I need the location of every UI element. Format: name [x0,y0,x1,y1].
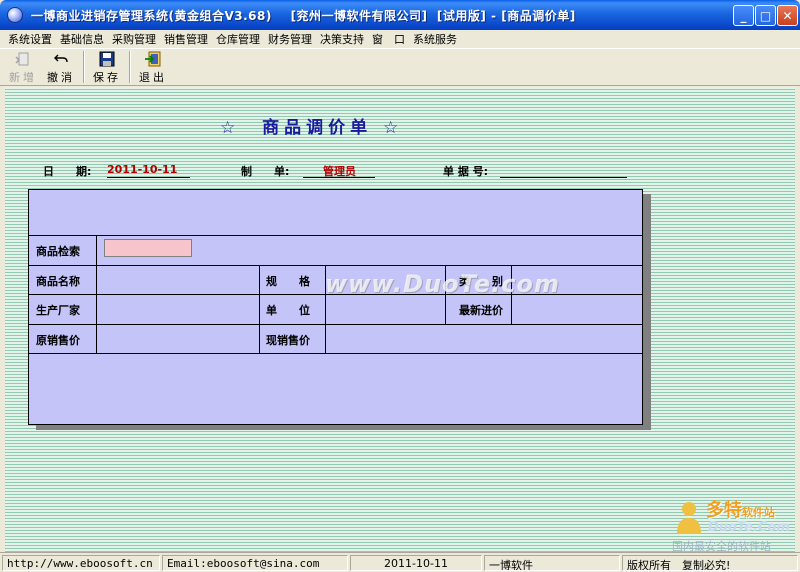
menu-decision[interactable]: 决策支持 [316,31,368,47]
docno-label: 单 据 号: [443,165,489,178]
status-company: 一博软件 [484,555,620,571]
grid-line [259,265,260,353]
app-icon[interactable] [7,7,23,23]
product-search-input[interactable] [104,239,192,257]
exit-door-icon [144,51,162,67]
save-button[interactable]: 保存 [88,49,126,85]
maker-label: 制 单: [241,165,290,178]
save-disk-icon [98,51,116,67]
new-button-label: 新增 [9,71,37,84]
new-button[interactable]: 新增 [4,49,42,85]
unit-label: 单 位 [266,304,310,317]
exit-button[interactable]: 退出 [134,49,172,85]
status-date: 2011-10-11 [350,555,482,571]
menu-system-service[interactable]: 系统服务 [409,31,461,47]
title-bar[interactable]: 一博商业进销存管理系统(黄金组合V3.68) [兖州一博软件有限公司] [试用版… [0,0,800,30]
menu-window[interactable]: 窗 口 [368,31,409,47]
toolbar: 新增 撤消 保存 退出 [0,48,800,86]
toolbar-separator [83,51,85,83]
status-url: http://www.eboosoft.cn [2,555,160,571]
status-copyright: 版权所有 复制必究! [622,555,798,571]
date-label: 日 期: [43,165,92,178]
maker-value[interactable]: 管理员 [303,163,375,178]
menu-finance[interactable]: 财务管理 [264,31,316,47]
menu-basic-info[interactable]: 基础信息 [56,31,108,47]
grid-line [29,353,642,354]
close-icon: ✕ [782,8,793,23]
product-name-label: 商品名称 [36,275,80,288]
maximize-button[interactable]: □ [755,5,776,26]
spec-label: 规 格 [266,275,310,288]
menu-warehouse[interactable]: 仓库管理 [212,31,264,47]
undo-button[interactable]: 撤消 [42,49,80,85]
minimize-button[interactable]: _ [733,5,754,26]
exit-button-label: 退出 [139,71,167,84]
menu-sales[interactable]: 销售管理 [160,31,212,47]
grid-line [29,265,642,266]
status-bar: http://www.eboosoft.cn Email:eboosoft@si… [0,552,800,572]
latest-purchase-price-label: 最新进价 [459,304,503,317]
minimize-icon: _ [740,8,747,23]
site-logo-line1: 多特软件站 [706,500,775,521]
search-label: 商品检索 [36,245,80,258]
date-value[interactable]: 2011-10-11 [107,163,190,178]
undo-button-label: 撤消 [47,71,75,84]
maximize-icon: □ [759,8,772,23]
old-sale-price-label: 原销售价 [36,334,80,347]
window-title: 一博商业进销存管理系统(黄金组合V3.68) [兖州一博软件有限公司] [试用版… [31,8,576,23]
new-sale-price-label: 现销售价 [266,334,310,347]
form-title: ☆ 商品调价单 ☆ [220,118,404,138]
toolbar-separator [129,51,131,83]
grid-line [96,235,97,353]
undo-icon [52,51,70,67]
status-email: Email:eboosoft@sina.com [162,555,348,571]
docno-value[interactable] [500,163,627,178]
person-icon [677,502,701,534]
menu-bar: 系统设置 基础信息 采购管理 销售管理 仓库管理 财务管理 决策支持 窗 口 系… [0,30,800,48]
menu-purchase[interactable]: 采购管理 [108,31,160,47]
site-logo: 多特软件站 DuoTe.Com 国内最安全的软件站 [668,496,794,553]
site-logo-line1-small: 软件站 [742,506,775,519]
grid-line [29,235,642,236]
watermark: www.DuoTe.com [325,270,560,298]
manufacturer-label: 生产厂家 [36,304,80,317]
main-area: ☆ 商品调价单 ☆ 日 期: 2011-10-11 制 单: 管理员 单 据 号… [5,87,795,552]
new-document-icon [14,51,32,67]
price-adjust-panel: 商品检索 商品名称 规 格 类 别 生产厂家 单 位 最新进价 原销售价 现销售… [28,189,643,425]
menu-system-settings[interactable]: 系统设置 [4,31,56,47]
close-button[interactable]: ✕ [777,5,798,26]
site-logo-line2: DuoTe.Com [708,520,790,535]
grid-line [29,324,642,325]
save-button-label: 保存 [93,71,121,84]
